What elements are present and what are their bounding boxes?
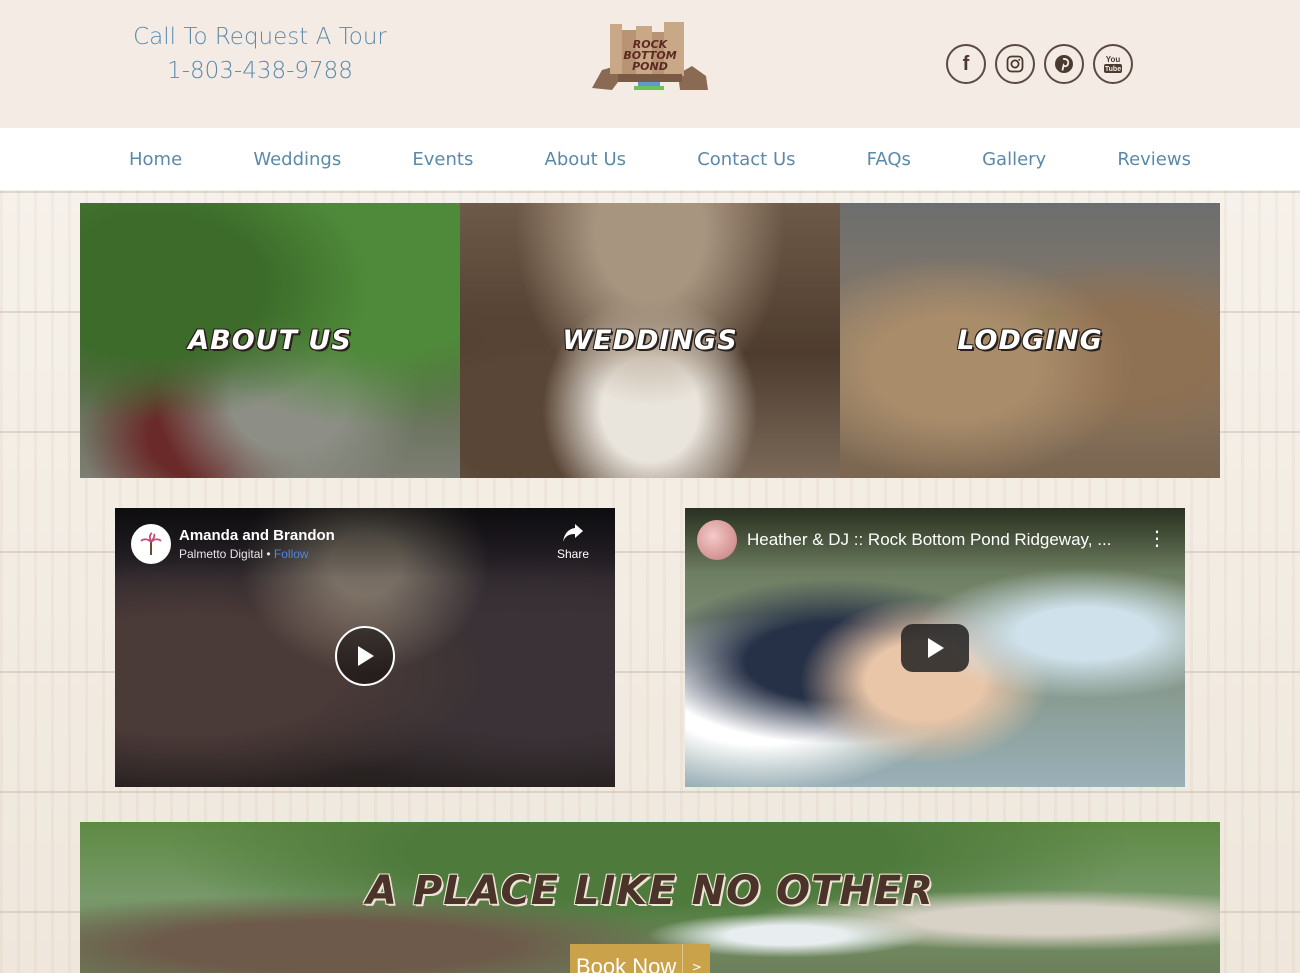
channel-avatar[interactable] <box>131 524 171 564</box>
play-icon <box>358 646 374 666</box>
nav-home[interactable]: Home <box>115 149 196 170</box>
play-icon <box>928 638 944 658</box>
tour-contact: Call To Request A Tour 1-803-438-9788 <box>120 20 400 88</box>
tile-weddings[interactable]: Weddings <box>460 203 840 478</box>
pinterest-link[interactable] <box>1044 44 1084 84</box>
video-channel-line: Palmetto Digital • Follow <box>179 547 309 561</box>
more-options-icon[interactable]: ⋮ <box>1147 528 1167 548</box>
youtube-icon: You Tube <box>1104 55 1122 73</box>
share-label: Share <box>556 547 590 561</box>
channel-avatar[interactable] <box>697 520 737 560</box>
separator: • <box>263 547 274 561</box>
instagram-icon <box>1006 55 1024 73</box>
nav-gallery[interactable]: Gallery <box>968 149 1060 170</box>
banner-title: A Place Like No Other <box>366 868 934 914</box>
share-button[interactable]: Share <box>553 522 593 561</box>
youtube-link[interactable]: You Tube <box>1093 44 1133 84</box>
channel-name[interactable]: Palmetto Digital <box>179 547 263 561</box>
hero-banner: A Place Like No Other Book Now > <box>80 822 1220 973</box>
tile-lodging-label: Lodging <box>957 325 1103 356</box>
svg-text:You: You <box>1106 55 1121 64</box>
follow-link[interactable]: Follow <box>274 547 309 561</box>
site-header: Call To Request A Tour 1-803-438-9788 RO… <box>0 0 1300 128</box>
facebook-link[interactable]: f <box>946 44 986 84</box>
nav-events[interactable]: Events <box>398 149 487 170</box>
book-now-label: Book Now <box>576 954 677 973</box>
nav-items: Home Weddings Events About Us Contact Us… <box>115 128 1205 190</box>
logo-icon: ROCK BOTTOM POND <box>592 22 708 90</box>
palm-tree-icon <box>140 532 162 555</box>
instagram-link[interactable] <box>995 44 1035 84</box>
share-icon <box>563 524 583 542</box>
logo-word-3: POND <box>632 60 668 73</box>
nav-faqs[interactable]: FAQs <box>853 149 925 170</box>
feature-tiles: About Us Weddings Lodging <box>80 203 1220 478</box>
play-button[interactable] <box>901 624 969 672</box>
tile-about-us-label: About Us <box>188 325 352 356</box>
nav-contact-us[interactable]: Contact Us <box>683 149 809 170</box>
social-links: f You Tube <box>946 44 1133 84</box>
nav-about-us[interactable]: About Us <box>531 149 641 170</box>
site-logo[interactable]: ROCK BOTTOM POND <box>588 18 712 92</box>
arrow-right-icon: > <box>682 944 710 973</box>
phone-link[interactable]: 1-803-438-9788 <box>120 54 400 88</box>
tile-weddings-label: Weddings <box>562 325 738 356</box>
facebook-video-embed[interactable]: Amanda and Brandon Palmetto Digital • Fo… <box>115 508 615 787</box>
video-title[interactable]: Amanda and Brandon <box>179 527 335 544</box>
nav-reviews[interactable]: Reviews <box>1103 149 1205 170</box>
main-nav: Home Weddings Events About Us Contact Us… <box>0 128 1300 190</box>
tile-lodging[interactable]: Lodging <box>840 203 1220 478</box>
book-now-button[interactable]: Book Now > <box>570 944 711 973</box>
facebook-icon: f <box>962 52 970 75</box>
pinterest-icon <box>1055 55 1073 73</box>
play-button[interactable] <box>335 626 395 686</box>
tile-about-us[interactable]: About Us <box>80 203 460 478</box>
nav-weddings[interactable]: Weddings <box>239 149 355 170</box>
tour-text: Call To Request A Tour <box>133 24 387 50</box>
video-title[interactable]: Heather & DJ :: Rock Bottom Pond Ridgewa… <box>747 530 1137 550</box>
youtube-video-embed[interactable]: Heather & DJ :: Rock Bottom Pond Ridgewa… <box>685 508 1185 787</box>
svg-text:Tube: Tube <box>1105 66 1121 73</box>
